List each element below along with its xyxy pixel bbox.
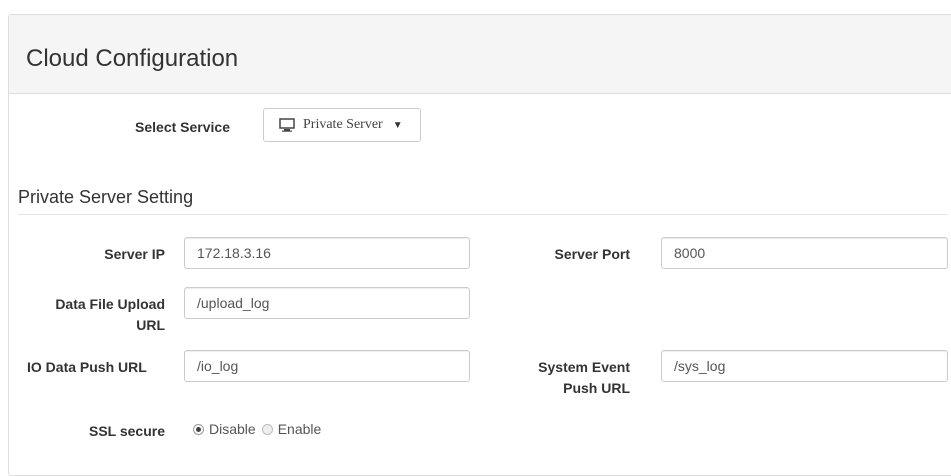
server-ip-input[interactable]: 172.18.3.16	[184, 237, 470, 269]
server-port-label: Server Port	[554, 246, 630, 262]
sys-event-input[interactable]: /sys_log	[661, 350, 948, 382]
monitor-icon	[279, 118, 295, 132]
data-upload-label: Data File Upload URL	[10, 294, 165, 336]
sys-event-label-line1: System Event	[538, 359, 630, 375]
panel-heading: Cloud Configuration	[9, 15, 951, 94]
chevron-down-icon: ▼	[392, 119, 403, 131]
sys-event-label-line2: Push URL	[563, 380, 630, 396]
data-upload-input[interactable]: /upload_log	[184, 287, 470, 319]
server-ip-label: Server IP	[104, 246, 165, 262]
io-push-label: IO Data Push URL	[27, 359, 147, 375]
sys-event-label: System Event Push URL	[500, 357, 630, 399]
select-service-label: Select Service	[135, 119, 230, 135]
ssl-enable-label: Enable	[277, 421, 322, 437]
data-upload-label-line1: Data File Upload	[55, 296, 165, 312]
ssl-label: SSL secure	[88, 423, 165, 439]
section-title: Private Server Setting	[18, 187, 194, 207]
ssl-radio-group: Disable Enable	[193, 421, 321, 437]
server-port-input[interactable]: 8000	[661, 237, 948, 269]
panel-title: Cloud Configuration	[26, 45, 239, 72]
service-select[interactable]: Private Server ▼	[263, 108, 421, 142]
io-push-input[interactable]: /io_log	[184, 350, 470, 382]
section-divider	[18, 214, 948, 215]
data-upload-label-line2: URL	[136, 317, 165, 333]
ssl-disable-label: Disable	[209, 421, 256, 437]
service-select-value: Private Server	[303, 117, 383, 132]
ssl-enable-radio[interactable]	[261, 423, 273, 435]
ssl-disable-radio[interactable]	[193, 423, 204, 435]
